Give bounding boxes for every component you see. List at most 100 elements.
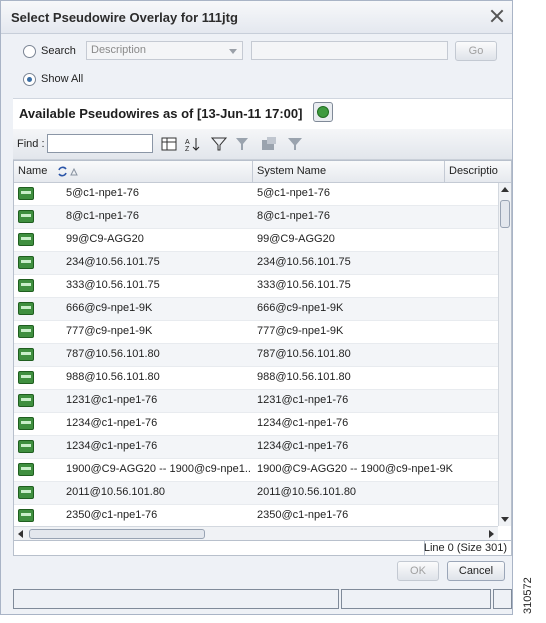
footer-status-bar [1, 585, 512, 613]
pseudowire-icon [18, 233, 34, 246]
go-button[interactable]: Go [455, 41, 497, 61]
column-system-name[interactable]: System Name [257, 165, 326, 177]
find-label: Find : [17, 138, 45, 150]
footer-field [341, 589, 491, 609]
refresh-button[interactable] [313, 102, 333, 122]
cell-name: 2011@10.56.101.80 [66, 486, 166, 498]
scroll-up-icon[interactable] [501, 187, 509, 192]
find-input[interactable] [47, 134, 153, 153]
table-row[interactable]: 234@10.56.101.75 234@10.56.101.75 [14, 252, 498, 275]
vertical-scrollbar[interactable] [498, 183, 511, 526]
cell-system-name: 666@c9-npe1-9K [257, 302, 344, 314]
cell-system-name: 99@C9-AGG20 [257, 233, 335, 245]
table-row[interactable]: 1231@c1-npe1-76 1231@c1-npe1-76 [14, 390, 498, 413]
table-header: Name System Name Descriptio [14, 161, 511, 183]
available-heading: Available Pseudowires as of [13-Jun-11 1… [19, 106, 303, 121]
table-body: 5@c1-npe1-76 5@c1-npe1-76 8@c1-npe1-76 8@c1… [14, 183, 498, 540]
cell-system-name: 988@10.56.101.80 [257, 371, 351, 383]
search-radio[interactable] [23, 45, 36, 58]
cell-name: 1231@c1-npe1-76 [66, 394, 158, 406]
cell-name: 787@10.56.101.80 [66, 348, 160, 360]
cell-name: 5@c1-npe1-76 [66, 187, 139, 199]
pseudowire-icon [18, 417, 34, 430]
cell-system-name: 1900@C9-AGG20 -- 1900@c9-npe1-9K [257, 463, 453, 475]
cancel-button[interactable]: Cancel [447, 561, 505, 581]
search-field-dropdown[interactable]: Description [86, 41, 243, 60]
status-text: Line 0 (Size 301) [423, 542, 507, 554]
search-input[interactable] [251, 41, 448, 60]
pseudowire-icon [18, 302, 34, 315]
table-row[interactable]: 988@10.56.101.80 988@10.56.101.80 [14, 367, 498, 390]
export-icon[interactable] [261, 136, 277, 152]
pseudowire-icon [18, 348, 34, 361]
horizontal-scrollbar[interactable] [14, 526, 498, 540]
sort-icon[interactable]: AZ [185, 136, 201, 152]
cell-name: 666@c9-npe1-9K [66, 302, 153, 314]
pseudowire-icon [18, 187, 34, 200]
svg-text:Z: Z [185, 146, 190, 152]
table-row[interactable]: 99@C9-AGG20 99@C9-AGG20 [14, 229, 498, 252]
table-row[interactable]: 5@c1-npe1-76 5@c1-npe1-76 [14, 183, 498, 206]
table-row[interactable]: 1900@C9-AGG20 -- 1900@c9-npe1... 1900@C9-… [14, 459, 498, 482]
column-separator[interactable] [252, 161, 253, 182]
column-description[interactable]: Descriptio [449, 165, 498, 177]
pseudowire-table: Name System Name Descriptio 5@c1-npe1-76… [13, 160, 512, 541]
pseudowire-icon [18, 210, 34, 223]
pseudowire-dialog: Select Pseudowire Overlay for 111jtg Sea… [0, 0, 513, 615]
advanced-filter-icon[interactable] [235, 136, 251, 152]
table-row[interactable]: 2011@10.56.101.80 2011@10.56.101.80 [14, 482, 498, 505]
cell-system-name: 2011@10.56.101.80 [257, 486, 357, 498]
scroll-left-icon[interactable] [18, 530, 23, 538]
cell-system-name: 777@c9-npe1-9K [257, 325, 344, 337]
pseudowire-icon [18, 279, 34, 292]
chevron-down-icon [229, 49, 237, 54]
available-header: Available Pseudowires as of [13-Jun-11 1… [13, 98, 512, 129]
show-all-label: Show All [41, 73, 84, 85]
vertical-scroll-thumb[interactable] [500, 200, 510, 228]
pseudowire-icon [18, 509, 34, 522]
cell-system-name: 787@10.56.101.80 [257, 348, 351, 360]
table-row[interactable]: 2350@c1-npe1-76 2350@c1-npe1-76 [14, 505, 498, 528]
cell-name: 777@c9-npe1-9K [66, 325, 153, 337]
columns-icon[interactable] [161, 136, 177, 152]
show-all-radio[interactable] [23, 73, 36, 86]
cell-name: 1234@c1-npe1-76 [66, 417, 158, 429]
table-row[interactable]: 787@10.56.101.80 787@10.56.101.80 [14, 344, 498, 367]
pseudowire-icon [18, 371, 34, 384]
column-name[interactable]: Name [18, 165, 47, 177]
table-row[interactable]: 1234@c1-npe1-76 1234@c1-npe1-76 [14, 436, 498, 459]
cell-system-name: 5@c1-npe1-76 [257, 187, 330, 199]
table-row[interactable]: 8@c1-npe1-76 8@c1-npe1-76 [14, 206, 498, 229]
cell-name: 99@C9-AGG20 [66, 233, 144, 245]
horizontal-scroll-thumb[interactable] [29, 529, 205, 539]
pseudowire-icon [18, 394, 34, 407]
cell-name: 2350@c1-npe1-76 [66, 509, 158, 521]
clear-filter-icon[interactable] [287, 136, 303, 152]
dialog-title: Select Pseudowire Overlay for 111jtg [11, 10, 238, 25]
filter-icon[interactable] [211, 136, 227, 152]
cell-system-name: 234@10.56.101.75 [257, 256, 351, 268]
table-row[interactable]: 333@10.56.101.75 333@10.56.101.75 [14, 275, 498, 298]
pseudowire-icon [18, 325, 34, 338]
search-field-placeholder: Description [91, 44, 147, 56]
table-toolbar: Find : AZ [13, 129, 512, 160]
ok-button[interactable]: OK [397, 561, 439, 581]
pseudowire-icon [18, 486, 34, 499]
refresh-icon [317, 106, 329, 118]
table-row[interactable]: 1234@c1-npe1-76 1234@c1-npe1-76 [14, 413, 498, 436]
footer-field [13, 589, 339, 609]
cell-name: 1234@c1-npe1-76 [66, 440, 158, 452]
scroll-down-icon[interactable] [501, 517, 509, 522]
column-separator[interactable] [444, 161, 445, 182]
close-icon[interactable] [488, 7, 506, 25]
scroll-right-icon[interactable] [489, 530, 494, 538]
pseudowire-icon [18, 440, 34, 453]
svg-text:A: A [185, 139, 190, 146]
search-label: Search [41, 45, 76, 57]
cell-system-name: 2350@c1-npe1-76 [257, 509, 349, 521]
cell-name: 988@10.56.101.80 [66, 371, 160, 383]
table-row[interactable]: 666@c9-npe1-9K 666@c9-npe1-9K [14, 298, 498, 321]
title-bar: Select Pseudowire Overlay for 111jtg [1, 1, 512, 34]
table-row[interactable]: 777@c9-npe1-9K 777@c9-npe1-9K [14, 321, 498, 344]
pseudowire-icon [18, 463, 34, 476]
